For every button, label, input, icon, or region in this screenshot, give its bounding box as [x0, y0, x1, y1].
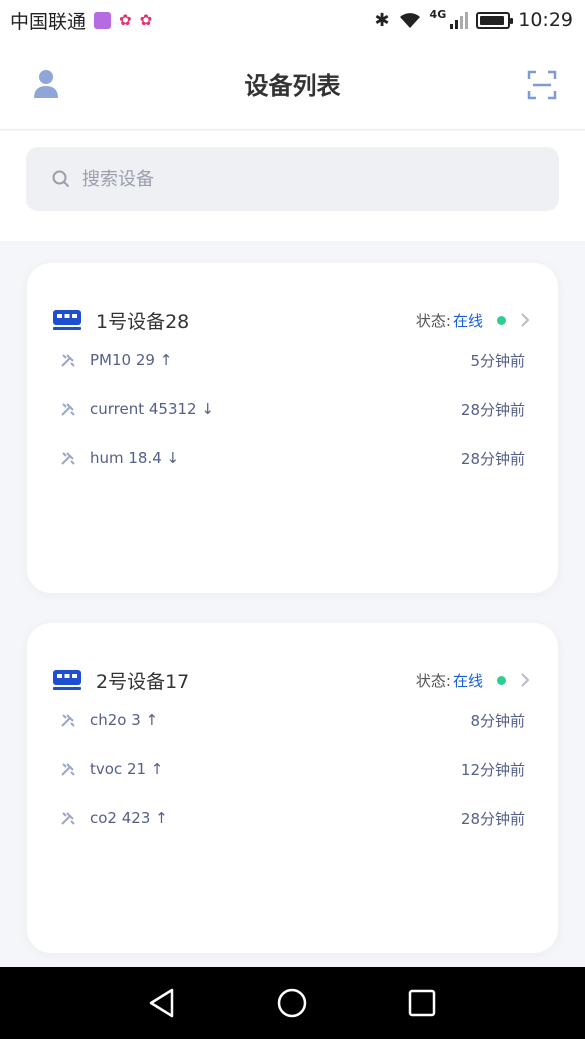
device-name: 1号设备28	[96, 310, 190, 333]
metric-time: 12分钟前	[460, 760, 525, 779]
metric-value: tvoc 21 ↑	[90, 760, 164, 778]
status-label: 状态:	[415, 671, 451, 690]
app-header: 设备列表	[0, 40, 585, 130]
chevron-right-icon[interactable]	[520, 672, 530, 688]
metric-row: current 45312 ↓ 28分钟前	[60, 396, 525, 422]
notification-icon: ✿	[119, 11, 132, 29]
device-card-header[interactable]: 1号设备28 状态: 在线	[52, 305, 530, 335]
device-card-header[interactable]: 2号设备17 状态: 在线	[52, 665, 530, 695]
recent-apps-icon[interactable]	[406, 987, 438, 1019]
battery-icon	[476, 11, 514, 29]
wrench-icon	[61, 714, 75, 727]
metric-value: PM10 29 ↑	[90, 351, 173, 369]
signal-icon	[450, 11, 469, 29]
metric-time: 5分钟前	[470, 351, 525, 370]
back-icon[interactable]	[146, 987, 178, 1019]
online-indicator	[497, 675, 506, 685]
metric-row: tvoc 21 ↑ 12分钟前	[60, 756, 525, 782]
clock: 10:29	[518, 9, 573, 31]
search-icon	[52, 170, 70, 188]
notification-icon: ✿	[139, 11, 153, 29]
status-value: 在线	[452, 671, 483, 690]
wifi-icon	[399, 13, 420, 28]
device-status: 状态: 在线	[416, 670, 530, 691]
bluetooth-icon: ✱	[374, 9, 390, 31]
wrench-icon	[61, 812, 75, 825]
carrier-label: 中国联通	[10, 10, 87, 33]
metric-time: 8分钟前	[470, 711, 525, 730]
device-status: 状态: 在线	[416, 310, 530, 331]
status-label: 状态:	[415, 311, 451, 330]
device-card[interactable]: 2号设备17 状态: 在线 ch2o 3 ↑ 8分钟前 tvoc 21 ↑ 12…	[27, 623, 558, 953]
wrench-icon	[61, 403, 75, 416]
system-navigation-bar	[0, 967, 585, 1039]
metric-row: co2 423 ↑ 28分钟前	[60, 805, 525, 831]
gallery-app-icon	[94, 11, 112, 29]
metric-time: 28分钟前	[460, 449, 525, 468]
chevron-right-icon[interactable]	[520, 312, 530, 328]
online-indicator	[497, 315, 506, 325]
metric-value: hum 18.4 ↓	[90, 449, 180, 467]
device-icon	[53, 670, 81, 690]
network-type-label: 4G	[429, 7, 447, 21]
wrench-icon	[61, 452, 75, 465]
device-name: 2号设备17	[96, 670, 190, 693]
search-section	[0, 131, 585, 241]
device-icon	[53, 310, 81, 330]
wrench-icon	[61, 763, 75, 776]
metric-value: current 45312 ↓	[90, 400, 214, 418]
metric-value: co2 423 ↑	[90, 809, 168, 827]
search-input[interactable]	[82, 168, 502, 190]
page-title: 设备列表	[244, 72, 341, 100]
status-value: 在线	[452, 311, 483, 330]
scan-icon[interactable]	[527, 70, 557, 100]
home-icon[interactable]	[276, 987, 308, 1019]
search-box[interactable]	[26, 147, 559, 211]
metric-time: 28分钟前	[460, 400, 525, 419]
wrench-icon	[61, 354, 75, 367]
metric-row: hum 18.4 ↓ 28分钟前	[60, 445, 525, 471]
metric-time: 28分钟前	[460, 809, 525, 828]
metric-row: PM10 29 ↑ 5分钟前	[60, 347, 525, 373]
status-bar: 中国联通 ✿ ✿ ✱ 4G 10:29	[0, 0, 585, 40]
metric-row: ch2o 3 ↑ 8分钟前	[60, 707, 525, 733]
metric-value: ch2o 3 ↑	[90, 711, 159, 729]
device-card[interactable]: 1号设备28 状态: 在线 PM10 29 ↑ 5分钟前 current 453…	[27, 263, 558, 593]
